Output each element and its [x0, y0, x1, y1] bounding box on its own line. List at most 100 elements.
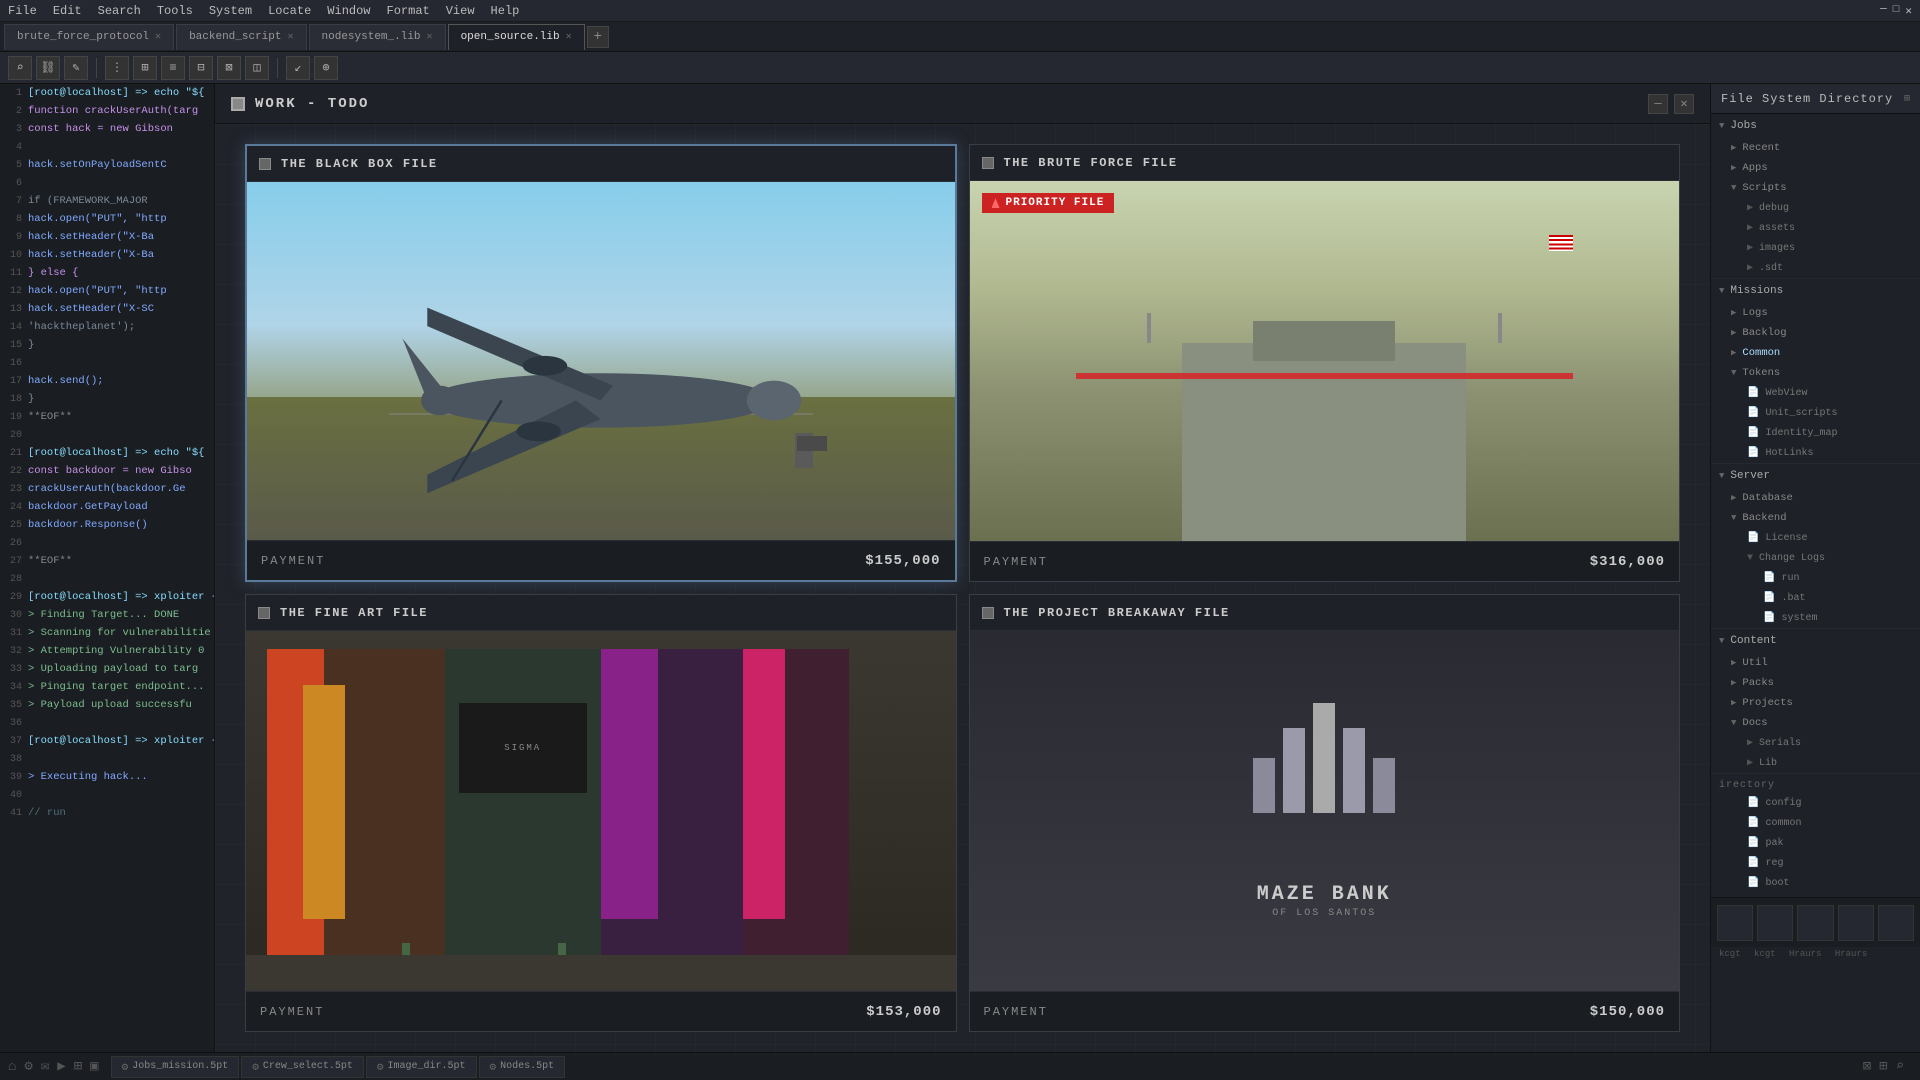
- status-icon-cmd[interactable]: ⊞: [74, 1058, 82, 1075]
- tree-item-docs[interactable]: ▼ Docs: [1711, 713, 1920, 733]
- status-icon-home[interactable]: ⌂: [8, 1059, 16, 1075]
- tree-item-projects[interactable]: ▶ Projects: [1711, 693, 1920, 713]
- tab-close-icon[interactable]: ✕: [566, 31, 572, 43]
- tree-item-database[interactable]: ▶ Database: [1711, 488, 1920, 508]
- tree-sub-item-reg[interactable]: 📄 reg: [1711, 853, 1920, 873]
- tab-close-icon[interactable]: ✕: [155, 31, 161, 43]
- tree-item-common[interactable]: ▶ Common: [1711, 343, 1920, 363]
- status-icon-search[interactable]: ⌕: [1896, 1058, 1904, 1075]
- mission-card-brute-force[interactable]: THE BRUTE FORCE FILE: [969, 144, 1681, 582]
- status-icon-terminal[interactable]: ▣: [90, 1058, 98, 1075]
- tree-sub-item-change-logs[interactable]: ▼ Change Logs: [1711, 548, 1920, 568]
- toolbar-btn6[interactable]: ◫: [245, 56, 269, 80]
- tab-close-icon[interactable]: ✕: [427, 31, 433, 43]
- status-icon-play[interactable]: ▶: [57, 1058, 65, 1075]
- header-minimize-btn[interactable]: ─: [1648, 94, 1668, 114]
- status-tab-image-dir[interactable]: ⚙ Image_dir.5pt: [366, 1056, 477, 1078]
- store-purple: [601, 649, 658, 919]
- tab-backend-script[interactable]: backend_script ✕: [176, 24, 306, 50]
- tree-sub-item-identity-map[interactable]: 📄 Identity_map: [1711, 423, 1920, 443]
- tree-item-backlog[interactable]: ▶ Backlog: [1711, 323, 1920, 343]
- status-tab-crew-select[interactable]: ⚙ Crew_select.5pt: [241, 1056, 364, 1078]
- content-section-header[interactable]: ▼ Content: [1711, 629, 1920, 653]
- menu-edit[interactable]: Edit: [53, 4, 82, 18]
- menu-format[interactable]: Format: [387, 4, 430, 18]
- thumb5[interactable]: [1878, 905, 1914, 941]
- tab-open-source-lib[interactable]: open_source.lib ✕: [448, 24, 585, 50]
- server-section-header[interactable]: ▼ Server: [1711, 464, 1920, 488]
- toolbar-btn3[interactable]: ≡: [161, 56, 185, 80]
- tree-sub-item-unit-scripts[interactable]: 📄 Unit_scripts: [1711, 403, 1920, 423]
- status-icon-mail[interactable]: ✉: [41, 1058, 49, 1075]
- thumb2[interactable]: [1757, 905, 1793, 941]
- header-close-btn[interactable]: ✕: [1674, 94, 1694, 114]
- line-number: 20: [0, 430, 28, 441]
- status-icon-signal[interactable]: ⊠: [1863, 1058, 1871, 1075]
- menu-window[interactable]: Window: [327, 4, 370, 18]
- tab-nodesystem-lib[interactable]: nodesystem_.lib ✕: [309, 24, 446, 50]
- folder-icon: ▶: [1731, 678, 1736, 688]
- minimize-button[interactable]: ─: [1880, 4, 1887, 18]
- tree-sub-item-bat[interactable]: 📄 .bat: [1711, 588, 1920, 608]
- tab-add-button[interactable]: +: [587, 26, 609, 48]
- thumb1[interactable]: [1717, 905, 1753, 941]
- toolbar-btn2[interactable]: ⊞: [133, 56, 157, 80]
- thumb3[interactable]: [1797, 905, 1833, 941]
- status-tab-jobs-mission[interactable]: ⚙ Jobs_mission.5pt: [111, 1056, 240, 1078]
- tree-sub-item-images[interactable]: ▶ images: [1711, 238, 1920, 258]
- tree-item-logs[interactable]: ▶ Logs: [1711, 303, 1920, 323]
- panel-expand-icon[interactable]: ⊞: [1904, 93, 1910, 105]
- tree-item-backend[interactable]: ▼ Backend: [1711, 508, 1920, 528]
- status-icon-expand[interactable]: ⊞: [1879, 1058, 1887, 1075]
- menu-help[interactable]: Help: [491, 4, 520, 18]
- tree-sub-item-webview[interactable]: 📄 WebView: [1711, 383, 1920, 403]
- menu-view[interactable]: View: [446, 4, 475, 18]
- menu-system[interactable]: System: [209, 4, 252, 18]
- code-line: 22const backdoor = new Gibso: [0, 462, 214, 480]
- menu-locate[interactable]: Locate: [268, 4, 311, 18]
- maximize-button[interactable]: □: [1893, 4, 1900, 18]
- close-button[interactable]: ✕: [1905, 4, 1912, 18]
- toolbar-btn4[interactable]: ⊟: [189, 56, 213, 80]
- toolbar-edit-btn[interactable]: ✎: [64, 56, 88, 80]
- thumb4[interactable]: [1838, 905, 1874, 941]
- tab-close-icon[interactable]: ✕: [287, 31, 293, 43]
- toolbar-btn7[interactable]: ↙: [286, 56, 310, 80]
- menu-file[interactable]: File: [8, 4, 37, 18]
- tab-brute-force-protocol[interactable]: brute_force_protocol ✕: [4, 24, 174, 50]
- tree-sub-item-config[interactable]: 📄 config: [1711, 793, 1920, 813]
- tree-sub-item-common[interactable]: 📄 common: [1711, 813, 1920, 833]
- tree-sub-item-system[interactable]: 📄 system: [1711, 608, 1920, 628]
- tree-sub-item-hotlinks[interactable]: 📄 HotLinks: [1711, 443, 1920, 463]
- tree-item-util[interactable]: ▶ Util: [1711, 653, 1920, 673]
- mission-card-black-box[interactable]: THE BLACK BOX FILE: [245, 144, 957, 582]
- line-content: > Scanning for vulnerabilitie: [28, 627, 211, 639]
- toolbar-btn8[interactable]: ⊕: [314, 56, 338, 80]
- toolbar-search-btn[interactable]: ⌕: [8, 56, 32, 80]
- tree-item-scripts[interactable]: ▼ Scripts: [1711, 178, 1920, 198]
- toolbar-btn1[interactable]: ⋮: [105, 56, 129, 80]
- tree-sub-item-pak[interactable]: 📄 pak: [1711, 833, 1920, 853]
- tree-sub-item-serials[interactable]: ▶ Serials: [1711, 733, 1920, 753]
- tree-sub-item-debug[interactable]: ▶ debug: [1711, 198, 1920, 218]
- status-icon-gear[interactable]: ⚙: [24, 1058, 32, 1075]
- toolbar-btn5[interactable]: ⊠: [217, 56, 241, 80]
- tree-item-apps[interactable]: ▶ Apps: [1711, 158, 1920, 178]
- mission-card-breakaway[interactable]: THE PROJECT BREAKAWAY FILE: [969, 594, 1681, 1032]
- tree-item-recent[interactable]: ▶ Recent: [1711, 138, 1920, 158]
- tree-sub-item-assets[interactable]: ▶ assets: [1711, 218, 1920, 238]
- tree-sub-item-run[interactable]: 📄 run: [1711, 568, 1920, 588]
- tree-sub-item-boot[interactable]: 📄 boot: [1711, 873, 1920, 893]
- toolbar-link-btn[interactable]: ⛓: [36, 56, 60, 80]
- tree-item-packs[interactable]: ▶ Packs: [1711, 673, 1920, 693]
- menu-tools[interactable]: Tools: [157, 4, 193, 18]
- tree-item-tokens[interactable]: ▼ Tokens: [1711, 363, 1920, 383]
- tree-sub-item-sdt[interactable]: ▶ .sdt: [1711, 258, 1920, 278]
- missions-section-header[interactable]: ▼ Missions: [1711, 279, 1920, 303]
- status-tab-nodes[interactable]: ⚙ Nodes.5pt: [479, 1056, 566, 1078]
- tree-sub-item-lib[interactable]: ▶ Lib: [1711, 753, 1920, 773]
- menu-search[interactable]: Search: [98, 4, 141, 18]
- mission-card-fine-art[interactable]: THE FINE ART FILE SIGMA: [245, 594, 957, 1032]
- jobs-section-header[interactable]: ▼ Jobs: [1711, 114, 1920, 138]
- tree-sub-item-license[interactable]: 📄 License: [1711, 528, 1920, 548]
